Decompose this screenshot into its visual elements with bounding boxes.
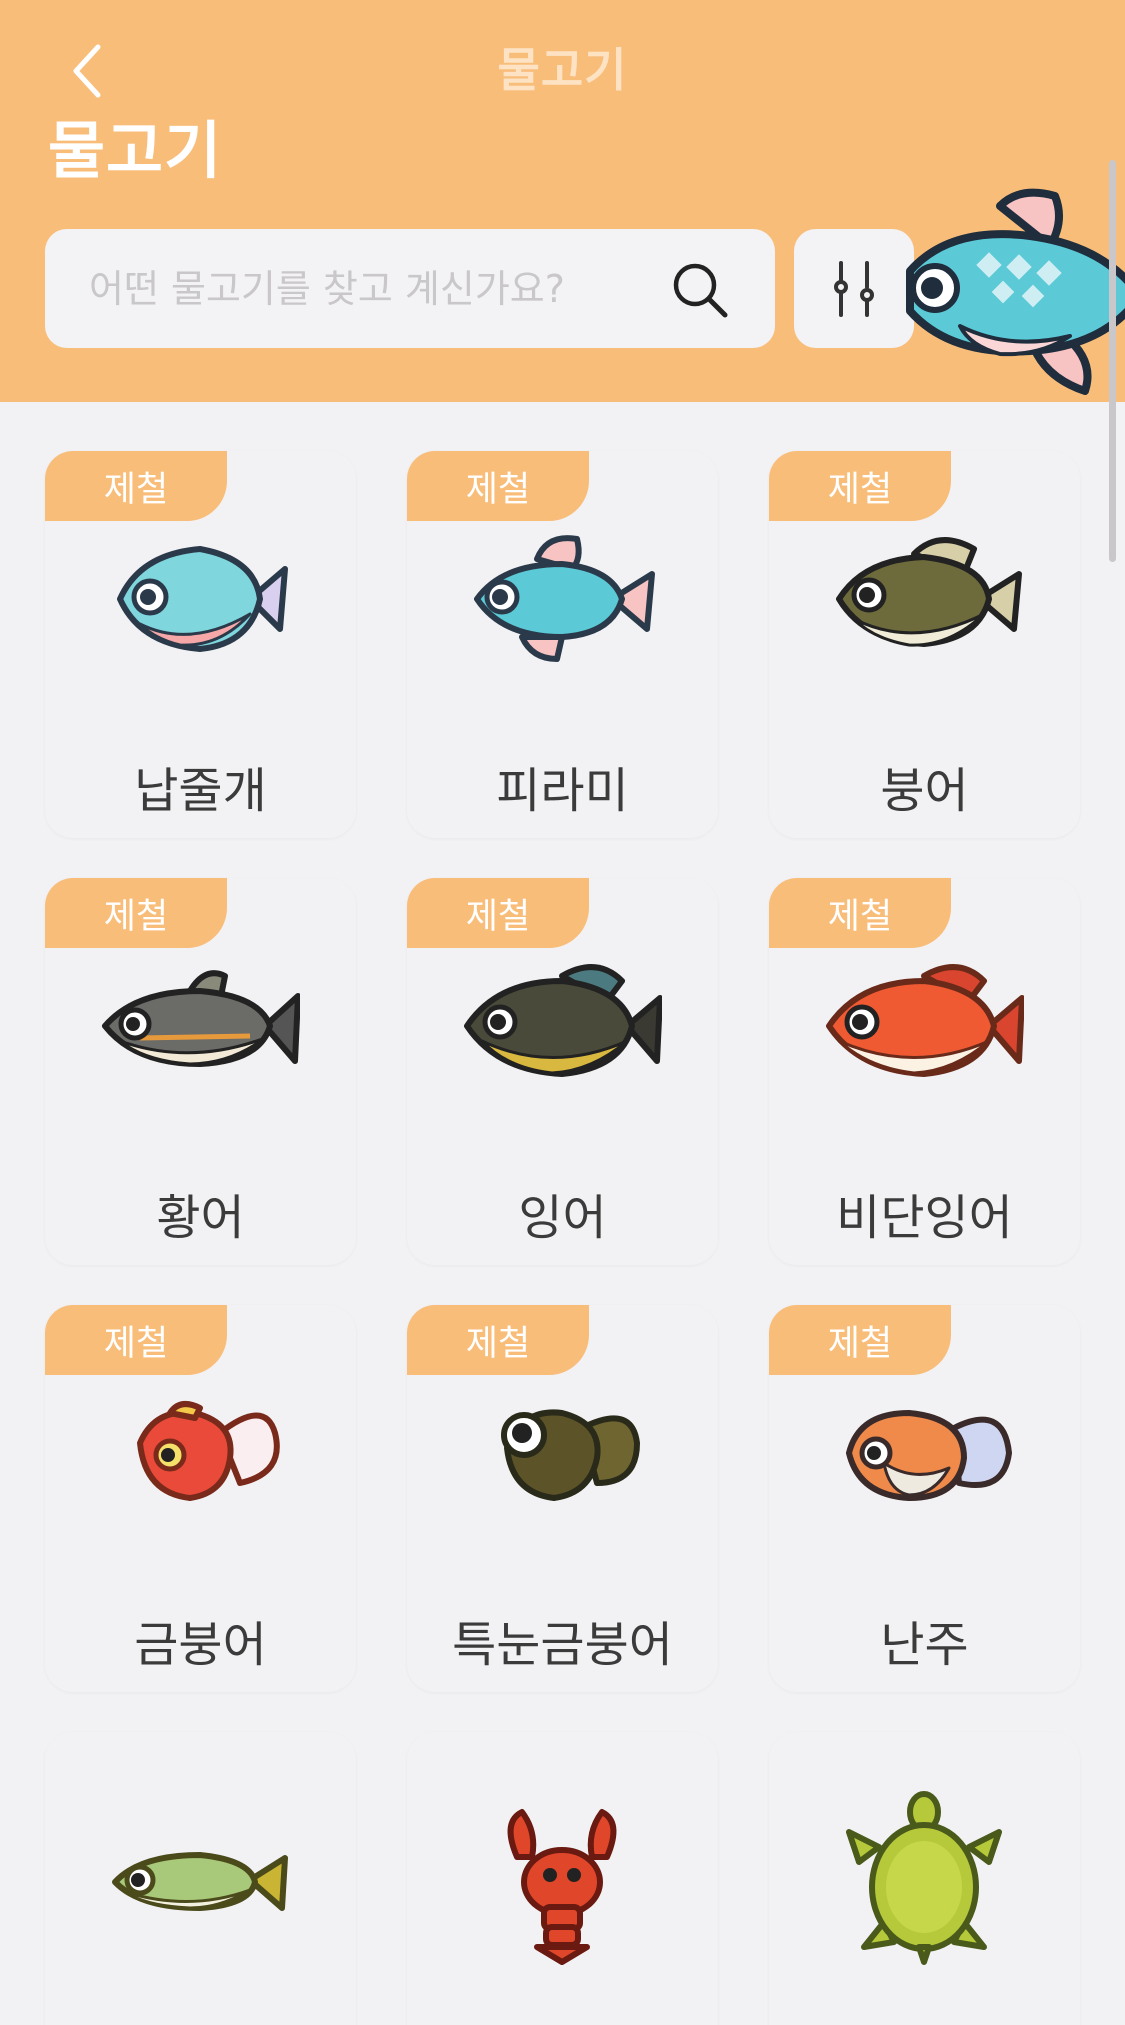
fish-card[interactable]: 제철 특눈금붕어 [407,1305,718,1692]
in-season-badge: 제철 [407,878,589,948]
fish-card[interactable]: 제철 황어 [45,878,356,1265]
fish-name: 난주 [880,1617,969,1673]
in-season-badge: 제철 [769,878,951,948]
bitterling-fish-icon [117,546,288,652]
goldfish-icon [137,1401,280,1501]
fish-card[interactable]: 제철 비단잉어 [769,878,1080,1265]
fish-card[interactable]: 제철 잉어 [407,878,718,1265]
fish-card[interactable]: 제철 난주 [769,1305,1080,1692]
fish-name: 특눈금붕어 [452,1617,673,1673]
mascot-fish-icon [906,188,1125,395]
crawfish-icon [507,1809,617,1965]
app-header: 물고기 물고기 [0,0,1125,402]
dace-fish-icon [102,970,300,1067]
pale-chub-fish-icon [474,535,655,662]
in-season-badge: 제철 [769,451,951,521]
in-season-badge: 제철 [407,1305,589,1375]
search-bar[interactable] [45,229,775,348]
in-season-badge: 제철 [45,1305,227,1375]
fish-grid: 제철 납줄개 제철 피라미 제철 붕어 제철 황어 제철 잉어 제철 비단잉어 … [45,451,1080,2025]
in-season-badge: 제철 [45,878,227,948]
soft-shelled-turtle-icon [846,1791,1002,1965]
fish-card[interactable] [407,1732,718,2025]
killifish-icon [112,1852,288,1911]
fish-name: 금붕어 [134,1617,267,1673]
carp-fish-icon [464,964,662,1077]
pop-eyed-goldfish-icon [501,1409,640,1501]
fish-name: 비단잉어 [836,1190,1013,1246]
fish-name: 납줄개 [134,763,267,819]
fish-name: 잉어 [518,1190,607,1246]
in-season-badge: 제철 [45,451,227,521]
search-input[interactable] [89,266,649,311]
ranchu-goldfish-icon [846,1410,1012,1501]
fish-name: 황어 [156,1190,245,1246]
page-title: 물고기 [48,114,223,187]
fish-name: 피라미 [496,763,629,819]
fish-card[interactable]: 제철 금붕어 [45,1305,356,1692]
filter-sliders-icon [834,260,874,317]
koi-fish-icon [826,964,1024,1077]
in-season-badge: 제철 [407,451,589,521]
fish-card[interactable]: 제철 붕어 [769,451,1080,838]
crucian-carp-fish-icon [836,537,1022,647]
scrollbar[interactable] [1109,160,1116,562]
fish-name: 붕어 [880,763,969,819]
fish-card[interactable]: 제철 납줄개 [45,451,356,838]
fish-card[interactable] [769,1732,1080,2025]
nav-title: 물고기 [497,43,628,97]
search-icon[interactable] [669,259,731,321]
fish-card[interactable] [45,1732,356,2025]
fish-card[interactable]: 제철 피라미 [407,451,718,838]
in-season-badge: 제철 [769,1305,951,1375]
